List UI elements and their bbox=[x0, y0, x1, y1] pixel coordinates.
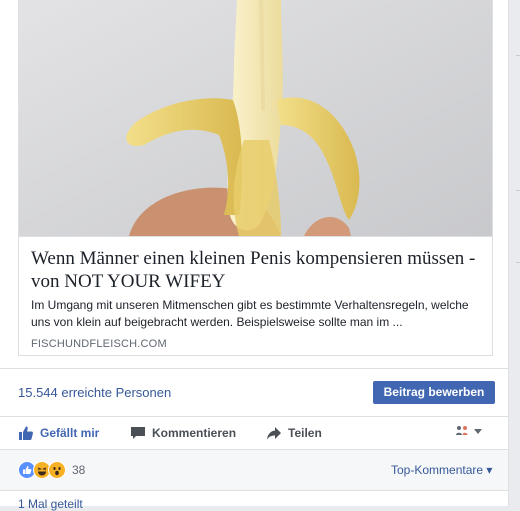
post-card: Wenn Männer einen kleinen Penis kompensi… bbox=[0, 0, 509, 511]
audience-selector[interactable] bbox=[455, 425, 483, 437]
gutter-mark bbox=[516, 190, 520, 191]
share-label: Teilen bbox=[288, 426, 322, 440]
comment-button[interactable]: Kommentieren bbox=[130, 418, 236, 448]
comment-bubble-icon bbox=[131, 427, 145, 439]
reactions-row: 38 Top-Kommentare ▾ bbox=[0, 450, 508, 490]
link-description: Im Umgang mit unseren Mitmenschen gibt e… bbox=[31, 298, 469, 329]
reaction-wow-icon bbox=[48, 461, 66, 479]
divider bbox=[0, 490, 508, 491]
share-count[interactable]: 1 Mal geteilt bbox=[18, 497, 83, 511]
reaction-count[interactable]: 38 bbox=[72, 463, 85, 477]
like-button[interactable]: Gefällt mir bbox=[18, 418, 99, 448]
link-info[interactable]: Wenn Männer einen kleinen Penis kompensi… bbox=[19, 236, 492, 356]
page-gutter bbox=[509, 0, 520, 506]
link-domain: FISCHUNDFLEISCH.COM bbox=[31, 338, 167, 350]
divider bbox=[0, 368, 508, 369]
link-title[interactable]: Wenn Männer einen kleinen Penis kompensi… bbox=[31, 247, 481, 293]
banana-photo bbox=[19, 0, 492, 236]
boost-post-button[interactable]: Beitrag bewerben bbox=[373, 381, 495, 404]
share-button[interactable]: Teilen bbox=[266, 418, 322, 448]
share-arrow-icon bbox=[267, 427, 281, 440]
top-comments-selector[interactable]: Top-Kommentare ▾ bbox=[391, 463, 492, 477]
reaction-summary[interactable]: 38 bbox=[18, 461, 85, 479]
link-preview[interactable]: Wenn Männer einen kleinen Penis kompensi… bbox=[18, 0, 493, 356]
audience-icon bbox=[456, 426, 468, 435]
gutter-mark bbox=[516, 55, 520, 56]
dropdown-caret-icon bbox=[474, 429, 482, 434]
comment-label: Kommentieren bbox=[152, 426, 237, 440]
like-thumb-icon bbox=[19, 426, 33, 440]
link-image[interactable] bbox=[19, 0, 492, 236]
like-label: Gefällt mir bbox=[40, 426, 100, 440]
divider bbox=[0, 416, 508, 417]
gutter-mark bbox=[516, 262, 520, 263]
reach-count[interactable]: 15.544 erreichte Personen bbox=[18, 385, 171, 400]
action-bar: Gefällt mir Kommentieren Teilen bbox=[0, 418, 508, 448]
